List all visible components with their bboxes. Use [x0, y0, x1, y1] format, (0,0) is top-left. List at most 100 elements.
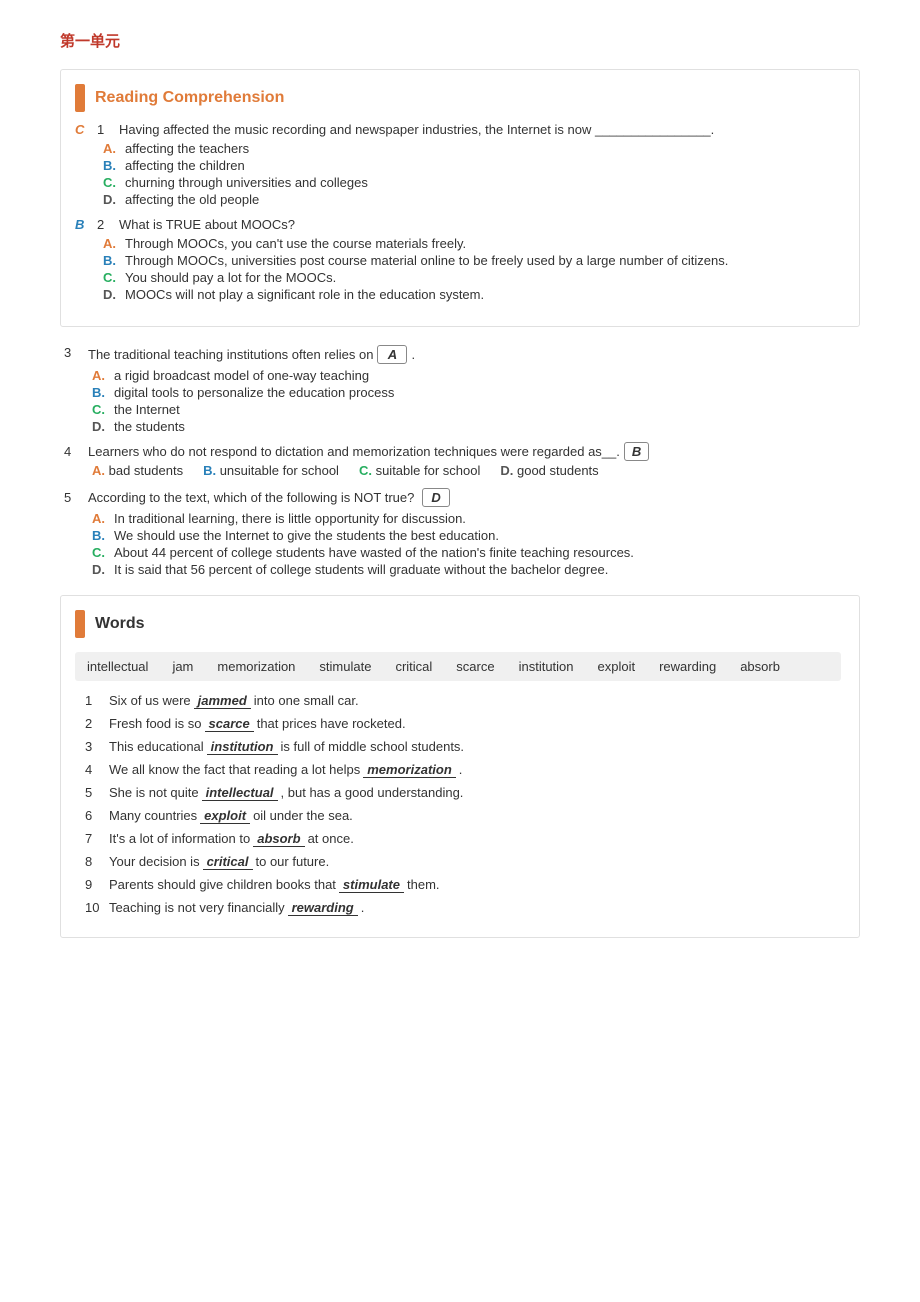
fill-9-after: them.	[407, 877, 440, 892]
question-5-block: 5 According to the text, which of the fo…	[64, 488, 856, 577]
fill-8-after: to our future.	[256, 854, 330, 869]
q1-optB: B. affecting the children	[103, 158, 841, 173]
q3-text: The traditional teaching institutions of…	[88, 345, 415, 364]
q2-number: 2	[97, 217, 115, 232]
fill-9-answer: stimulate	[339, 877, 404, 893]
fill-10-answer: rewarding	[288, 900, 358, 916]
q1-optA-letter: A.	[103, 141, 125, 156]
fill-6-before: Many countries	[109, 808, 197, 823]
q2-optB: B. Through MOOCs, universities post cour…	[103, 253, 841, 268]
q1-optC: C. churning through universities and col…	[103, 175, 841, 190]
fill-6-after: oil under the sea.	[253, 808, 353, 823]
reading-section: Reading Comprehension C 1 Having affecte…	[60, 69, 860, 327]
words-title: Words	[95, 615, 144, 633]
q3-number: 3	[64, 345, 84, 360]
fill-3: 3 This educational institution is full o…	[85, 739, 841, 755]
q1-optA-text: affecting the teachers	[125, 141, 249, 156]
fill-6-num: 6	[85, 808, 109, 823]
q4-optA: A. bad students	[92, 463, 183, 478]
fill-1-answer: jammed	[194, 693, 251, 709]
fill-3-after: is full of middle school students.	[281, 739, 465, 754]
q4-optC-text: suitable for school	[376, 463, 481, 478]
fill-10-before: Teaching is not very financially	[109, 900, 285, 915]
fill-7-num: 7	[85, 831, 109, 846]
fill-10-num: 10	[85, 900, 109, 915]
question-4-line: 4 Learners who do not respond to dictati…	[64, 444, 856, 459]
q5-optD-letter: D.	[92, 562, 114, 577]
q1-optC-letter: C.	[103, 175, 125, 190]
q4-text: Learners who do not respond to dictation…	[88, 444, 856, 459]
fill-5-after: , but has a good understanding.	[281, 785, 464, 800]
fill-4: 4 We all know the fact that reading a lo…	[85, 762, 841, 778]
fill-5: 5 She is not quite intellectual , but ha…	[85, 785, 841, 801]
question-3-line: 3 The traditional teaching institutions …	[64, 345, 856, 364]
q2-optA-letter: A.	[103, 236, 125, 251]
fill-1: 1 Six of us were jammed into one small c…	[85, 693, 841, 709]
q2-optD-letter: D.	[103, 287, 125, 302]
q5-number: 5	[64, 490, 84, 505]
q2-optC: C. You should pay a lot for the MOOCs.	[103, 270, 841, 285]
vocab-exploit: exploit	[598, 659, 636, 674]
vocab-jam: jam	[172, 659, 193, 674]
q2-optD: D. MOOCs will not play a significant rol…	[103, 287, 841, 302]
q5-optA-text: In traditional learning, there is little…	[114, 511, 466, 526]
q5-optD: D. It is said that 56 percent of college…	[92, 562, 856, 577]
q4-optB-letter: B.	[203, 463, 216, 478]
q3-optA: A. a rigid broadcast model of one-way te…	[92, 368, 856, 383]
fill-8-num: 8	[85, 854, 109, 869]
q3-optA-letter: A.	[92, 368, 114, 383]
q1-optB-text: affecting the children	[125, 158, 245, 173]
q2-text: What is TRUE about MOOCs?	[119, 217, 295, 232]
q5-optC-letter: C.	[92, 545, 114, 560]
fill-4-before: We all know the fact that reading a lot …	[109, 762, 360, 777]
fill-3-num: 3	[85, 739, 109, 754]
fill-9-before: Parents should give children books that	[109, 877, 336, 892]
q3-optC-letter: C.	[92, 402, 114, 417]
vocab-intellectual: intellectual	[87, 659, 148, 674]
vocab-rewarding: rewarding	[659, 659, 716, 674]
fill-2-before: Fresh food is so	[109, 716, 202, 731]
question-4-block: 4 Learners who do not respond to dictati…	[64, 444, 856, 478]
q4-optC: C. suitable for school	[359, 463, 480, 478]
q4-number: 4	[64, 444, 84, 459]
q4-optC-letter: C.	[359, 463, 372, 478]
q2-optA: A. Through MOOCs, you can't use the cour…	[103, 236, 841, 251]
q1-optC-text: churning through universities and colleg…	[125, 175, 368, 190]
q2-optD-text: MOOCs will not play a significant role i…	[125, 287, 484, 302]
vocab-stimulate: stimulate	[319, 659, 371, 674]
q3-optD-letter: D.	[92, 419, 114, 434]
q4-optB: B. unsuitable for school	[203, 463, 339, 478]
question-1-line: C 1 Having affected the music recording …	[75, 122, 841, 137]
fill-9-num: 9	[85, 877, 109, 892]
fill-7-before: It's a lot of information to	[109, 831, 250, 846]
q3-optC: C. the Internet	[92, 402, 856, 417]
q2-optB-letter: B.	[103, 253, 125, 268]
fill-10-after: .	[361, 900, 365, 915]
q3-optB: B. digital tools to personalize the educ…	[92, 385, 856, 400]
q4-optD-text: good students	[517, 463, 599, 478]
fill-1-num: 1	[85, 693, 109, 708]
vocab-institution: institution	[519, 659, 574, 674]
q5-optB: B. We should use the Internet to give th…	[92, 528, 856, 543]
q4-optB-text: unsuitable for school	[220, 463, 339, 478]
fill-2-num: 2	[85, 716, 109, 731]
q5-text: According to the text, which of the foll…	[88, 490, 414, 505]
q1-optD-text: affecting the old people	[125, 192, 259, 207]
fill-3-before: This educational	[109, 739, 204, 754]
vocab-row: intellectual jam memorization stimulate …	[75, 652, 841, 681]
q1-optB-letter: B.	[103, 158, 125, 173]
fill-6: 6 Many countries exploit oil under the s…	[85, 808, 841, 824]
fill-7-after: at once.	[308, 831, 354, 846]
q3-optB-text: digital tools to personalize the educati…	[114, 385, 394, 400]
q5-optD-text: It is said that 56 percent of college st…	[114, 562, 608, 577]
q1-text: Having affected the music recording and …	[119, 122, 714, 137]
q5-optC-text: About 44 percent of college students hav…	[114, 545, 634, 560]
fill-2: 2 Fresh food is so scarce that prices ha…	[85, 716, 841, 732]
q1-optD: D. affecting the old people	[103, 192, 841, 207]
q1-answer-letter: C	[75, 122, 93, 137]
q3-answer-badge: A	[377, 345, 407, 364]
fill-8: 8 Your decision is critical to our futur…	[85, 854, 841, 870]
q3-optB-letter: B.	[92, 385, 114, 400]
fill-5-num: 5	[85, 785, 109, 800]
q4-optA-letter: A.	[92, 463, 105, 478]
